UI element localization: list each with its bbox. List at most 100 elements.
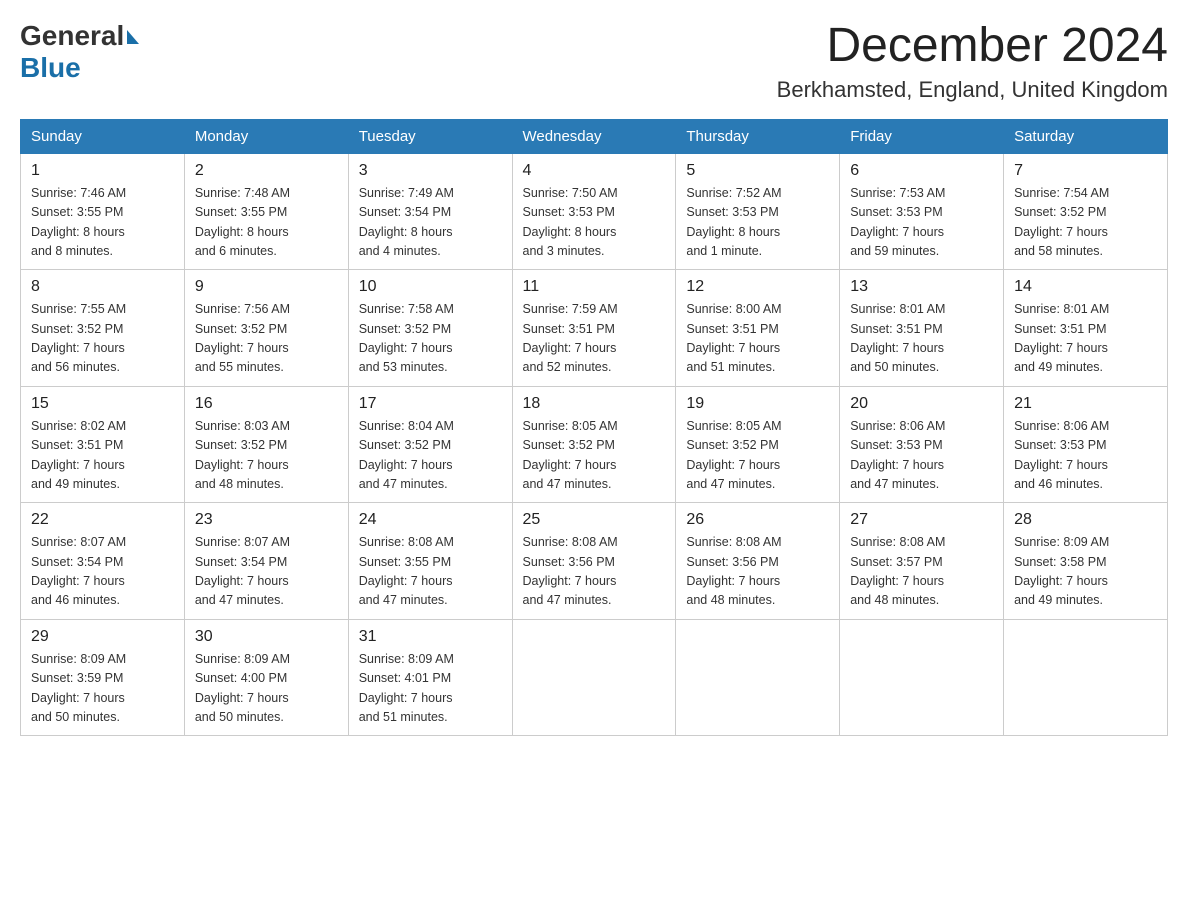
column-header-sunday: Sunday xyxy=(21,119,185,153)
calendar-cell: 4 Sunrise: 7:50 AM Sunset: 3:53 PM Daylig… xyxy=(512,153,676,270)
calendar-header-row: SundayMondayTuesdayWednesdayThursdayFrid… xyxy=(21,119,1168,153)
day-info: Sunrise: 7:53 AM Sunset: 3:53 PM Dayligh… xyxy=(850,184,993,262)
calendar-week-row: 15 Sunrise: 8:02 AM Sunset: 3:51 PM Dayli… xyxy=(21,386,1168,503)
calendar-cell: 2 Sunrise: 7:48 AM Sunset: 3:55 PM Daylig… xyxy=(184,153,348,270)
calendar-cell: 10 Sunrise: 7:58 AM Sunset: 3:52 PM Dayli… xyxy=(348,270,512,387)
day-info: Sunrise: 8:08 AM Sunset: 3:57 PM Dayligh… xyxy=(850,533,993,611)
day-number: 19 xyxy=(686,395,829,413)
calendar-cell: 1Sunrise: 7:46 AM Sunset: 3:55 PM Daylig… xyxy=(21,153,185,270)
day-info: Sunrise: 8:07 AM Sunset: 3:54 PM Dayligh… xyxy=(195,533,338,611)
day-number: 9 xyxy=(195,278,338,296)
calendar-cell: 3 Sunrise: 7:49 AM Sunset: 3:54 PM Daylig… xyxy=(348,153,512,270)
day-number: 5 xyxy=(686,162,829,180)
day-number: 28 xyxy=(1014,511,1157,529)
calendar-cell xyxy=(840,619,1004,736)
page-header: General Blue December 2024 Berkhamsted, … xyxy=(20,20,1168,103)
day-info: Sunrise: 8:09 AM Sunset: 3:58 PM Dayligh… xyxy=(1014,533,1157,611)
calendar-cell: 15 Sunrise: 8:02 AM Sunset: 3:51 PM Dayli… xyxy=(21,386,185,503)
day-info: Sunrise: 8:01 AM Sunset: 3:51 PM Dayligh… xyxy=(1014,300,1157,378)
day-number: 23 xyxy=(195,511,338,529)
logo: General Blue xyxy=(20,20,139,84)
logo-blue-text: Blue xyxy=(20,52,81,83)
day-number: 31 xyxy=(359,628,502,646)
calendar-cell: 26 Sunrise: 8:08 AM Sunset: 3:56 PM Dayli… xyxy=(676,503,840,620)
day-number: 26 xyxy=(686,511,829,529)
calendar-cell: 7Sunrise: 7:54 AM Sunset: 3:52 PM Daylig… xyxy=(1004,153,1168,270)
calendar-week-row: 1Sunrise: 7:46 AM Sunset: 3:55 PM Daylig… xyxy=(21,153,1168,270)
calendar-week-row: 8 Sunrise: 7:55 AM Sunset: 3:52 PM Daylig… xyxy=(21,270,1168,387)
calendar-cell: 8 Sunrise: 7:55 AM Sunset: 3:52 PM Daylig… xyxy=(21,270,185,387)
calendar-cell xyxy=(1004,619,1168,736)
day-number: 21 xyxy=(1014,395,1157,413)
day-info: Sunrise: 7:46 AM Sunset: 3:55 PM Dayligh… xyxy=(31,184,174,262)
title-block: December 2024 Berkhamsted, England, Unit… xyxy=(777,20,1168,103)
calendar-cell: 17 Sunrise: 8:04 AM Sunset: 3:52 PM Dayli… xyxy=(348,386,512,503)
day-number: 18 xyxy=(523,395,666,413)
calendar-cell: 27 Sunrise: 8:08 AM Sunset: 3:57 PM Dayli… xyxy=(840,503,1004,620)
column-header-wednesday: Wednesday xyxy=(512,119,676,153)
calendar-week-row: 29Sunrise: 8:09 AM Sunset: 3:59 PM Dayli… xyxy=(21,619,1168,736)
day-info: Sunrise: 8:09 AM Sunset: 3:59 PM Dayligh… xyxy=(31,650,174,728)
day-info: Sunrise: 7:56 AM Sunset: 3:52 PM Dayligh… xyxy=(195,300,338,378)
day-number: 11 xyxy=(523,278,666,296)
calendar-cell: 22 Sunrise: 8:07 AM Sunset: 3:54 PM Dayli… xyxy=(21,503,185,620)
column-header-monday: Monday xyxy=(184,119,348,153)
day-info: Sunrise: 8:08 AM Sunset: 3:56 PM Dayligh… xyxy=(523,533,666,611)
month-title: December 2024 xyxy=(777,20,1168,73)
day-info: Sunrise: 8:06 AM Sunset: 3:53 PM Dayligh… xyxy=(1014,417,1157,495)
day-info: Sunrise: 8:08 AM Sunset: 3:55 PM Dayligh… xyxy=(359,533,502,611)
day-info: Sunrise: 7:49 AM Sunset: 3:54 PM Dayligh… xyxy=(359,184,502,262)
day-info: Sunrise: 8:09 AM Sunset: 4:00 PM Dayligh… xyxy=(195,650,338,728)
day-number: 10 xyxy=(359,278,502,296)
day-number: 15 xyxy=(31,395,174,413)
day-number: 24 xyxy=(359,511,502,529)
column-header-thursday: Thursday xyxy=(676,119,840,153)
calendar-cell: 23 Sunrise: 8:07 AM Sunset: 3:54 PM Dayli… xyxy=(184,503,348,620)
calendar-cell: 13 Sunrise: 8:01 AM Sunset: 3:51 PM Dayli… xyxy=(840,270,1004,387)
column-header-tuesday: Tuesday xyxy=(348,119,512,153)
day-number: 4 xyxy=(523,162,666,180)
calendar-cell: 29Sunrise: 8:09 AM Sunset: 3:59 PM Dayli… xyxy=(21,619,185,736)
day-info: Sunrise: 7:55 AM Sunset: 3:52 PM Dayligh… xyxy=(31,300,174,378)
day-info: Sunrise: 7:50 AM Sunset: 3:53 PM Dayligh… xyxy=(523,184,666,262)
day-info: Sunrise: 8:09 AM Sunset: 4:01 PM Dayligh… xyxy=(359,650,502,728)
day-info: Sunrise: 8:06 AM Sunset: 3:53 PM Dayligh… xyxy=(850,417,993,495)
day-info: Sunrise: 8:01 AM Sunset: 3:51 PM Dayligh… xyxy=(850,300,993,378)
day-number: 8 xyxy=(31,278,174,296)
calendar-table: SundayMondayTuesdayWednesdayThursdayFrid… xyxy=(20,119,1168,737)
day-number: 22 xyxy=(31,511,174,529)
calendar-cell: 25Sunrise: 8:08 AM Sunset: 3:56 PM Dayli… xyxy=(512,503,676,620)
logo-arrow-icon xyxy=(127,30,139,44)
calendar-cell: 21 Sunrise: 8:06 AM Sunset: 3:53 PM Dayli… xyxy=(1004,386,1168,503)
calendar-cell: 12Sunrise: 8:00 AM Sunset: 3:51 PM Dayli… xyxy=(676,270,840,387)
day-number: 17 xyxy=(359,395,502,413)
day-number: 3 xyxy=(359,162,502,180)
day-number: 16 xyxy=(195,395,338,413)
calendar-cell: 30Sunrise: 8:09 AM Sunset: 4:00 PM Dayli… xyxy=(184,619,348,736)
column-header-saturday: Saturday xyxy=(1004,119,1168,153)
day-info: Sunrise: 7:54 AM Sunset: 3:52 PM Dayligh… xyxy=(1014,184,1157,262)
day-info: Sunrise: 7:52 AM Sunset: 3:53 PM Dayligh… xyxy=(686,184,829,262)
day-info: Sunrise: 8:07 AM Sunset: 3:54 PM Dayligh… xyxy=(31,533,174,611)
day-number: 2 xyxy=(195,162,338,180)
day-info: Sunrise: 8:02 AM Sunset: 3:51 PM Dayligh… xyxy=(31,417,174,495)
day-info: Sunrise: 7:58 AM Sunset: 3:52 PM Dayligh… xyxy=(359,300,502,378)
calendar-cell xyxy=(512,619,676,736)
day-info: Sunrise: 8:05 AM Sunset: 3:52 PM Dayligh… xyxy=(523,417,666,495)
calendar-cell: 5 Sunrise: 7:52 AM Sunset: 3:53 PM Daylig… xyxy=(676,153,840,270)
day-info: Sunrise: 8:03 AM Sunset: 3:52 PM Dayligh… xyxy=(195,417,338,495)
calendar-cell: 14Sunrise: 8:01 AM Sunset: 3:51 PM Dayli… xyxy=(1004,270,1168,387)
day-info: Sunrise: 7:48 AM Sunset: 3:55 PM Dayligh… xyxy=(195,184,338,262)
day-info: Sunrise: 8:00 AM Sunset: 3:51 PM Dayligh… xyxy=(686,300,829,378)
day-number: 6 xyxy=(850,162,993,180)
calendar-cell: 9 Sunrise: 7:56 AM Sunset: 3:52 PM Daylig… xyxy=(184,270,348,387)
day-info: Sunrise: 8:04 AM Sunset: 3:52 PM Dayligh… xyxy=(359,417,502,495)
calendar-cell: 31 Sunrise: 8:09 AM Sunset: 4:01 PM Dayli… xyxy=(348,619,512,736)
day-number: 13 xyxy=(850,278,993,296)
calendar-cell: 24 Sunrise: 8:08 AM Sunset: 3:55 PM Dayli… xyxy=(348,503,512,620)
calendar-cell xyxy=(676,619,840,736)
calendar-cell: 16 Sunrise: 8:03 AM Sunset: 3:52 PM Dayli… xyxy=(184,386,348,503)
calendar-cell: 18 Sunrise: 8:05 AM Sunset: 3:52 PM Dayli… xyxy=(512,386,676,503)
day-info: Sunrise: 8:08 AM Sunset: 3:56 PM Dayligh… xyxy=(686,533,829,611)
day-number: 27 xyxy=(850,511,993,529)
